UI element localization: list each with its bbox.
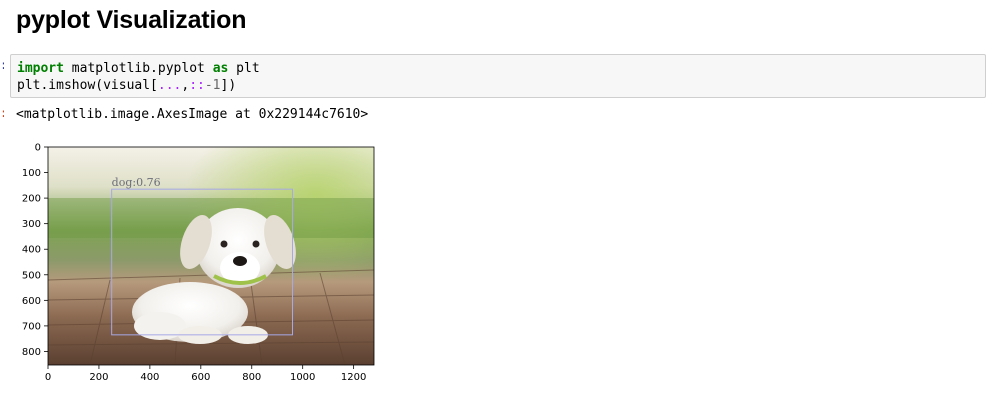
imshow-call: plt.imshow(visual[ (17, 78, 158, 93)
plot-figure: 0 200 400 600 800 1000 1200 0 100 200 300 400 500 60… (22, 143, 375, 383)
y-tick-label: 100 (22, 168, 41, 179)
x-tick-label: 400 (140, 372, 159, 383)
y-tick-label: 600 (22, 296, 41, 307)
keyword-as: as (212, 61, 229, 76)
y-tick-label: 0 (35, 143, 41, 154)
y-tick-label: 500 (22, 270, 41, 281)
slice-negative-one: -1 (204, 78, 221, 93)
y-tick-label: 200 (22, 194, 41, 205)
module-alias: plt (228, 61, 260, 76)
output-prompt-marker: : (0, 106, 4, 120)
code-cell[interactable]: import matplotlib.pyplot as plt plt.imsh… (10, 54, 986, 98)
input-prompt-marker: : (0, 58, 4, 72)
y-tick-label: 300 (22, 219, 41, 230)
x-tick-label: 1000 (290, 372, 315, 383)
x-tick-label: 800 (242, 372, 261, 383)
imshow-call-close: ]) (220, 78, 237, 93)
module-name: matplotlib.pyplot (63, 61, 213, 76)
x-tick-label: 1200 (341, 372, 366, 383)
keyword-import: import (17, 61, 64, 76)
output-text: <matplotlib.image.AxesImage at 0x229144c… (16, 107, 369, 122)
x-tick-label: 0 (45, 372, 51, 383)
x-tick-label: 200 (89, 372, 108, 383)
y-axis-ticks: 0 100 200 300 400 500 600 700 800 (22, 143, 48, 358)
y-tick-label: 700 (22, 321, 41, 332)
x-tick-label: 600 (191, 372, 210, 383)
slice-step: :: (189, 78, 205, 93)
y-tick-label: 400 (22, 245, 41, 256)
detection-label: dog:0.76 (112, 176, 161, 189)
x-axis-ticks: 0 200 400 600 800 1000 1200 (45, 365, 366, 383)
slice-ellipsis: ... (157, 78, 182, 93)
image-area (47, 146, 375, 366)
code-text[interactable]: import matplotlib.pyplot as plt plt.imsh… (17, 60, 260, 94)
section-heading: pyplot Visualization (16, 6, 247, 34)
y-tick-label: 800 (22, 347, 41, 358)
